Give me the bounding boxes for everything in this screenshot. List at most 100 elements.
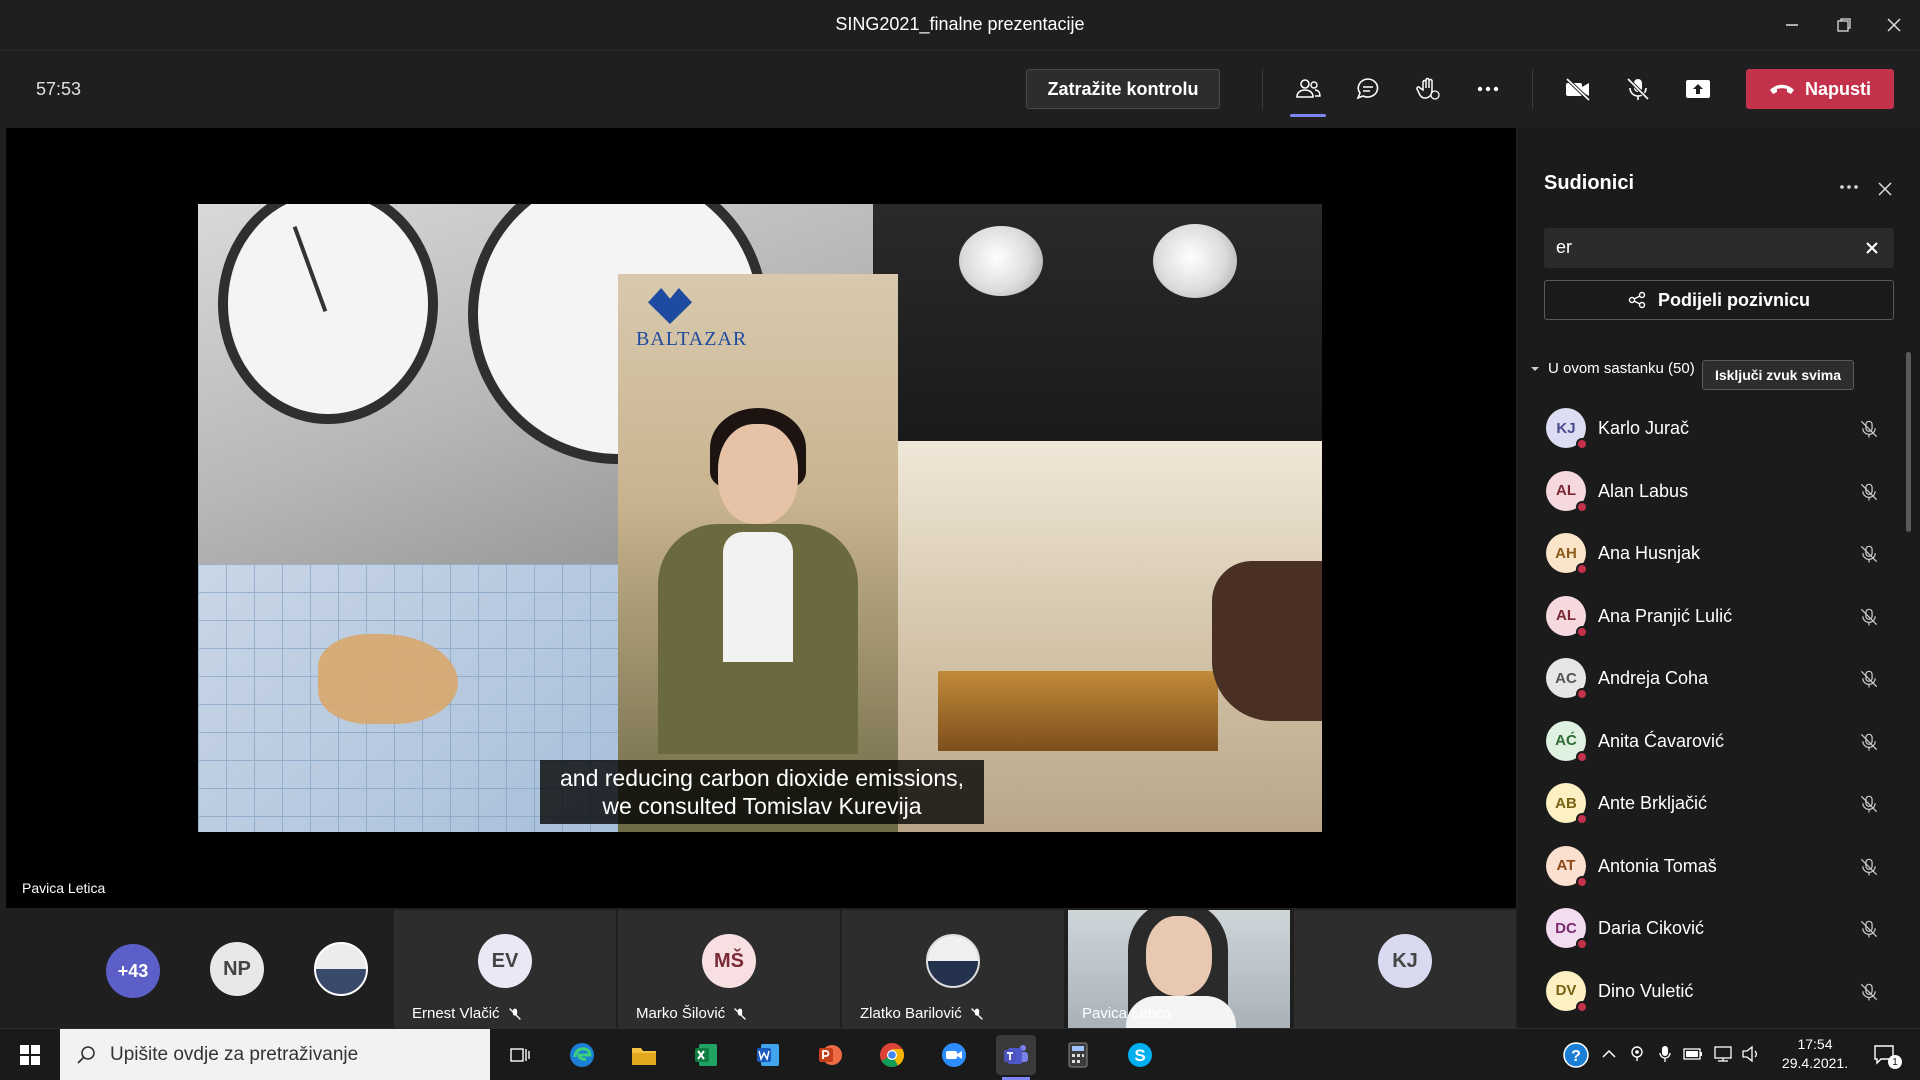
video-tile[interactable]: EV Ernest Vlačić — [394, 910, 616, 1028]
participant-row[interactable]: AL Ana Pranjić Lulić — [1518, 586, 1904, 649]
subtitle-line: and reducing carbon dioxide emissions, — [559, 765, 965, 791]
file-explorer-button[interactable] — [624, 1035, 664, 1075]
avatar: AH — [1546, 533, 1588, 575]
tile-name: Pavica Letica — [1082, 1005, 1171, 1022]
participant-mic-button[interactable] — [1854, 664, 1884, 694]
participant-mic-button[interactable] — [1854, 977, 1884, 1007]
notification-count: 1 — [1888, 1055, 1902, 1069]
panel-close-button[interactable] — [1870, 174, 1900, 204]
minimize-button[interactable] — [1772, 8, 1812, 42]
participants-button[interactable] — [1286, 69, 1330, 117]
participant-list: KJ Karlo Jurač AL Alan Labus AH Ana Husnjak AL… — [1518, 398, 1904, 1023]
minimize-icon — [1786, 24, 1798, 26]
task-view-button[interactable] — [500, 1035, 540, 1075]
avatar: MŠ — [702, 934, 756, 988]
in-meeting-section-toggle[interactable]: U ovom sastanku (50) — [1530, 360, 1695, 377]
mic-toggle-button[interactable] — [1616, 69, 1660, 109]
panel-more-button[interactable] — [1834, 172, 1864, 202]
video-tile[interactable]: KJ — [1294, 910, 1516, 1028]
participant-name: Ana Husnjak — [1598, 543, 1701, 563]
avatar[interactable]: NP — [210, 942, 264, 996]
word-button[interactable] — [748, 1035, 788, 1075]
overflow-participants-button[interactable]: +43 — [106, 944, 160, 998]
mute-all-button[interactable]: Isključi zvuk svima — [1702, 360, 1854, 390]
volume-tray-icon[interactable] — [1740, 1043, 1762, 1065]
participant-row[interactable]: DC Daria Ciković — [1518, 898, 1904, 961]
show-hidden-icons-button[interactable] — [1598, 1043, 1620, 1065]
participant-mic-button[interactable] — [1854, 727, 1884, 757]
chrome-button[interactable] — [872, 1035, 912, 1075]
leave-button[interactable]: Napusti — [1746, 69, 1894, 109]
avatar-initials: KJ — [1556, 419, 1576, 437]
mic-off-icon — [1860, 608, 1878, 625]
participant-mic-button[interactable] — [1854, 539, 1884, 569]
search-input[interactable] — [1556, 228, 1846, 266]
participant-row[interactable]: AT Antonia Tomaš — [1518, 836, 1904, 899]
calculator-button[interactable] — [1058, 1035, 1098, 1075]
book — [938, 671, 1218, 751]
wall-clock — [218, 204, 438, 424]
system-clock[interactable]: 17:54 29.4.2021. — [1770, 1035, 1860, 1073]
teams-button[interactable] — [996, 1035, 1036, 1080]
subtitle-line: we consulted Tomislav Kurevija — [602, 793, 922, 819]
participant-mic-button[interactable] — [1854, 602, 1884, 632]
avatar-photo[interactable] — [314, 942, 368, 996]
mic-off-icon — [734, 1007, 747, 1020]
restore-icon — [1837, 18, 1851, 32]
panel-scrollbar[interactable] — [1906, 352, 1911, 532]
mic-off-icon — [1860, 670, 1878, 688]
video-tile[interactable]: MŠ Marko Šilović — [618, 910, 840, 1028]
avatar-initials: AT — [1556, 857, 1576, 874]
start-button[interactable] — [0, 1029, 60, 1080]
clear-search-button[interactable] — [1858, 234, 1886, 262]
help-tray-button[interactable]: ? — [1562, 1041, 1590, 1069]
participant-mic-button[interactable] — [1854, 477, 1884, 507]
chat-button[interactable] — [1346, 69, 1390, 109]
powerpoint-button[interactable] — [810, 1035, 850, 1075]
raise-hand-button[interactable] — [1406, 69, 1450, 109]
avatar-initials: AB — [1555, 794, 1577, 812]
battery-tray-icon[interactable] — [1682, 1043, 1704, 1065]
participant-row[interactable]: DV Dino Vuletić — [1518, 961, 1904, 1024]
section-label: U ovom sastanku (50) — [1548, 360, 1695, 377]
moon-drawing — [959, 226, 1043, 296]
network-icon — [1714, 1046, 1732, 1062]
file-explorer-icon — [632, 1048, 656, 1065]
participant-name: Ernest Vlačić — [412, 1005, 500, 1022]
network-tray-icon[interactable] — [1712, 1043, 1734, 1065]
request-control-button[interactable]: Zatražite kontrolu — [1026, 69, 1220, 109]
camera-tray-icon[interactable] — [1626, 1043, 1648, 1065]
powerpoint-icon — [819, 1045, 842, 1065]
camera-toggle-button[interactable] — [1556, 69, 1600, 109]
excel-button[interactable] — [686, 1035, 726, 1075]
microphone-tray-icon[interactable] — [1654, 1043, 1676, 1065]
participant-row[interactable]: AĆ Anita Ćavarović — [1518, 711, 1904, 774]
participant-mic-button[interactable] — [1854, 852, 1884, 882]
share-screen-button[interactable] — [1676, 69, 1720, 109]
participant-row[interactable]: AC Andreja Coha — [1518, 648, 1904, 711]
close-window-button[interactable] — [1874, 8, 1914, 42]
participant-row[interactable]: AB Ante Brkljačić — [1518, 773, 1904, 836]
skype-button[interactable]: S — [1120, 1035, 1160, 1075]
notifications-button[interactable]: 1 — [1868, 1041, 1902, 1069]
edge-button[interactable] — [562, 1035, 602, 1075]
video-tile[interactable]: Zlatko Barilović — [842, 910, 1064, 1028]
share-invite-button[interactable]: Podijeli pozivnicu — [1544, 280, 1894, 320]
participant-row[interactable]: AH Ana Husnjak — [1518, 523, 1904, 586]
participant-row[interactable]: KJ Karlo Jurač — [1518, 398, 1904, 461]
chevron-down-icon — [1531, 366, 1539, 371]
participant-mic-button[interactable] — [1854, 414, 1884, 444]
video-tile[interactable]: Pavica Letica — [1068, 910, 1290, 1028]
participant-mic-button[interactable] — [1854, 914, 1884, 944]
more-actions-button[interactable] — [1466, 69, 1510, 109]
webcam-icon — [1631, 1046, 1643, 1061]
restore-button[interactable] — [1824, 8, 1864, 42]
search-icon — [77, 1046, 95, 1064]
mic-off-icon — [1860, 920, 1878, 938]
zoom-button[interactable] — [934, 1035, 974, 1075]
participant-mic-button[interactable] — [1854, 789, 1884, 819]
mic-off-icon — [1860, 858, 1878, 875]
participant-name: Zlatko Barilović — [860, 1005, 962, 1022]
participant-row[interactable]: AL Alan Labus — [1518, 461, 1904, 524]
taskbar-search[interactable]: Upišite ovdje za pretraživanje — [60, 1029, 490, 1080]
